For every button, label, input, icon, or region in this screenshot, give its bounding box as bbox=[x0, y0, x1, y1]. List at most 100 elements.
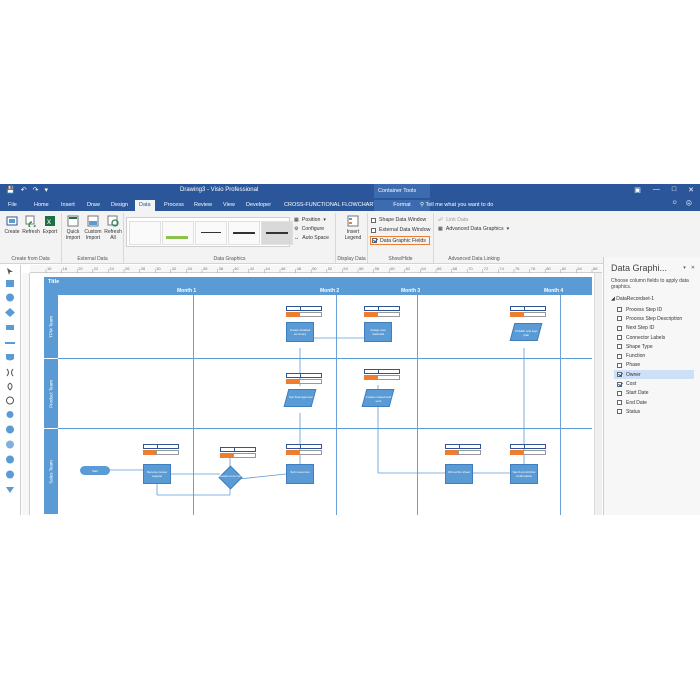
data-final-approval[interactable]: Get final approval bbox=[283, 389, 317, 407]
data-graphic-fields-checkbox[interactable]: Data Graphic Fields bbox=[370, 236, 430, 245]
gallery-item-5[interactable] bbox=[261, 221, 293, 245]
circle-alt-icon[interactable] bbox=[5, 470, 15, 479]
tab-view[interactable]: View bbox=[219, 200, 239, 211]
circle-medium-icon[interactable] bbox=[5, 425, 15, 434]
position-button[interactable]: ▦ Position ▾ bbox=[294, 217, 326, 223]
insert-legend-button[interactable]: Insert Legend bbox=[342, 215, 364, 241]
rectangle-shape-icon[interactable] bbox=[5, 323, 15, 332]
process-fill-out-sheet[interactable]: Fill out the sheet bbox=[445, 464, 473, 484]
tell-me-box[interactable]: ⚲ Tell me what you want to do bbox=[420, 202, 493, 208]
field-item[interactable]: Connector Labels bbox=[614, 333, 694, 342]
swirl-shape-icon[interactable] bbox=[5, 382, 15, 391]
data-graphic[interactable] bbox=[286, 306, 322, 317]
checkbox-data-graphic-fields[interactable] bbox=[372, 238, 377, 243]
process-assign-materials[interactable]: Assign new materials bbox=[364, 322, 392, 342]
minimize-icon[interactable]: — bbox=[653, 186, 660, 194]
vertical-scrollbar[interactable] bbox=[594, 273, 602, 515]
field-item[interactable]: Phase bbox=[614, 361, 694, 370]
field-checkbox[interactable] bbox=[617, 316, 622, 322]
circle-large-icon[interactable] bbox=[5, 455, 15, 464]
field-item[interactable]: Next Step ID bbox=[614, 324, 694, 333]
create-button[interactable]: Create bbox=[2, 215, 22, 235]
data-graphic[interactable] bbox=[286, 444, 322, 455]
field-checkbox[interactable] bbox=[617, 381, 622, 387]
tab-cross-functional-flowchart[interactable]: CROSS-FUNCTIONAL FLOWCHART bbox=[280, 200, 381, 211]
bracket-shape-icon[interactable] bbox=[5, 368, 15, 377]
checkbox-external-data-window[interactable] bbox=[371, 227, 376, 233]
process-sub-resources[interactable]: Sub resources bbox=[286, 464, 314, 484]
decision-shape-icon[interactable] bbox=[5, 308, 15, 317]
tab-process[interactable]: Process bbox=[160, 200, 188, 211]
circle-ring-icon[interactable] bbox=[5, 440, 15, 449]
gallery-item-1[interactable] bbox=[129, 221, 161, 245]
undo-icon[interactable]: ↶ bbox=[21, 186, 27, 194]
field-checkbox[interactable] bbox=[617, 307, 622, 313]
field-checkbox[interactable] bbox=[617, 390, 622, 396]
redo-icon[interactable]: ↷ bbox=[33, 186, 39, 194]
field-checkbox[interactable] bbox=[617, 344, 622, 350]
configure-button[interactable]: ⚙ Configure bbox=[294, 226, 324, 232]
field-checkbox[interactable] bbox=[617, 400, 622, 406]
field-checkbox[interactable] bbox=[617, 372, 622, 378]
custom-import-button[interactable]: Custom Import bbox=[83, 215, 103, 241]
panel-close-icon[interactable]: ✕ bbox=[691, 265, 695, 271]
field-checkbox[interactable] bbox=[617, 409, 622, 415]
data-publish-plan[interactable]: Publish and sign plan bbox=[509, 323, 543, 341]
data-graphic[interactable] bbox=[364, 369, 400, 380]
gallery-item-3[interactable] bbox=[195, 221, 227, 245]
panel-options-icon[interactable]: ▾ bbox=[683, 265, 686, 271]
field-item[interactable]: Status bbox=[614, 407, 694, 416]
field-item[interactable]: Cost bbox=[614, 379, 694, 388]
data-graphic[interactable] bbox=[510, 444, 546, 455]
process-send-emails[interactable]: Send out all links confirmation bbox=[510, 464, 538, 484]
tab-review[interactable]: Review bbox=[190, 200, 216, 211]
auto-space-button[interactable]: ↔ Auto Space bbox=[294, 235, 329, 241]
data-graphics-gallery[interactable] bbox=[126, 217, 293, 247]
data-graphic[interactable] bbox=[286, 373, 322, 384]
tab-insert[interactable]: Insert bbox=[57, 200, 79, 211]
tab-file[interactable]: File bbox=[4, 200, 21, 211]
field-item[interactable]: Owner bbox=[614, 370, 694, 380]
triangle-shape-icon[interactable] bbox=[5, 485, 15, 494]
cycle-shape-icon[interactable] bbox=[5, 396, 15, 405]
frown-icon[interactable]: ☹ bbox=[686, 200, 692, 207]
field-checkbox[interactable] bbox=[617, 325, 622, 331]
field-item[interactable]: Function bbox=[614, 351, 694, 360]
save-icon[interactable]: 💾 bbox=[6, 186, 15, 194]
bar-shape-icon[interactable] bbox=[5, 338, 15, 347]
field-checkbox[interactable] bbox=[617, 335, 622, 341]
gallery-item-4[interactable] bbox=[228, 221, 260, 245]
field-checkbox[interactable] bbox=[617, 362, 622, 368]
subprocess-shape-icon[interactable] bbox=[5, 353, 15, 362]
data-graphic[interactable] bbox=[510, 306, 546, 317]
refresh-button[interactable]: Refresh bbox=[21, 215, 41, 235]
drawing-canvas[interactable]: Title Month 1 Month 2 Month 3 Month 4 TP… bbox=[30, 273, 602, 515]
field-item[interactable]: Process Step ID bbox=[614, 305, 694, 314]
customize-qat-icon[interactable]: ▾ bbox=[44, 186, 48, 194]
circle-small-icon[interactable] bbox=[5, 410, 15, 419]
maximize-icon[interactable]: □ bbox=[672, 186, 676, 194]
external-data-window-checkbox[interactable]: External Data Window bbox=[371, 227, 430, 233]
field-item[interactable]: Shape Type bbox=[614, 342, 694, 351]
process-receive-review[interactable]: Receive review request bbox=[143, 464, 171, 484]
ribbon-display-icon[interactable]: ▣ bbox=[634, 186, 641, 194]
checkbox-shape-data-window[interactable] bbox=[371, 217, 376, 223]
data-graphic[interactable] bbox=[220, 447, 256, 458]
advanced-data-graphics-button[interactable]: ▦ Advanced Data Graphics ▾ bbox=[438, 226, 509, 232]
smiley-icon[interactable]: ☺ bbox=[672, 200, 678, 207]
circle-shape-icon[interactable] bbox=[5, 293, 15, 302]
link-data-button[interactable]: ☍ Link Data bbox=[438, 217, 468, 223]
tab-data[interactable]: Data bbox=[135, 200, 155, 211]
field-checkbox[interactable] bbox=[617, 353, 622, 359]
tab-developer[interactable]: Developer bbox=[242, 200, 275, 211]
shape-data-window-checkbox[interactable]: Shape Data Window bbox=[371, 217, 426, 223]
tab-home[interactable]: Home bbox=[30, 200, 53, 211]
gallery-item-2[interactable] bbox=[162, 221, 194, 245]
field-item[interactable]: End Date bbox=[614, 398, 694, 407]
process-create-summary[interactable]: Create detailed summary bbox=[286, 322, 314, 342]
tab-design[interactable]: Design bbox=[107, 200, 132, 211]
pointer-tool-icon[interactable] bbox=[5, 267, 15, 276]
export-button[interactable]: x Export bbox=[40, 215, 60, 235]
data-graphic[interactable] bbox=[143, 444, 179, 455]
process-shape-icon[interactable] bbox=[5, 279, 15, 288]
